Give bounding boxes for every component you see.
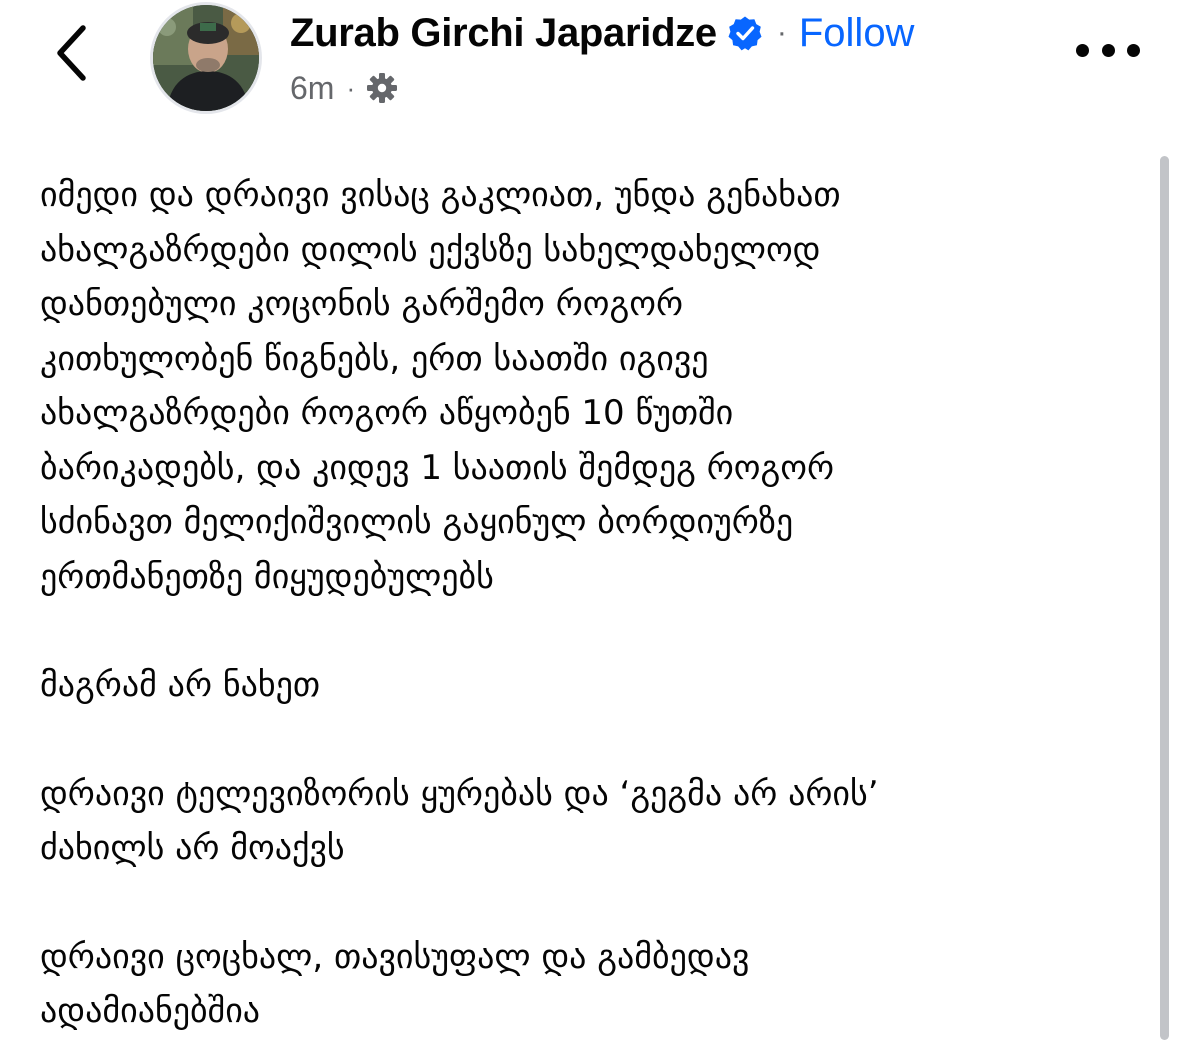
text-line: მაგრამ არ ნახეთ: [40, 665, 321, 705]
post-paragraph: იმედი და დრაივი ვისაც გაკლიათ, უნდა გენა…: [40, 168, 1130, 604]
separator-dot: ·: [776, 16, 787, 49]
scrollbar[interactable]: [1160, 156, 1169, 1040]
author-row: Zurab Girchi Japaridze · Follow: [290, 8, 914, 58]
gear-icon[interactable]: [365, 71, 399, 105]
post-meta: 6m ·: [290, 66, 399, 110]
text-line: დრაივი ტელევიზორის ყურებას და ‘გეგმა არ …: [40, 773, 879, 814]
verified-badge-icon: [727, 15, 763, 51]
author-avatar[interactable]: [150, 2, 262, 114]
author-name[interactable]: Zurab Girchi Japaridze: [290, 11, 717, 56]
text-line: დრაივი ცოცხალ, თავისუფალ და გამბედავ: [40, 936, 750, 977]
text-line: სძინავთ მელიქიშვილის გაყინულ ბორდიურზე: [40, 502, 794, 542]
more-options-button[interactable]: [1076, 30, 1140, 70]
follow-button[interactable]: Follow: [799, 11, 915, 56]
text-line: ბარიკადებს, და კიდევ 1 საათის შემდეგ როგ…: [40, 447, 835, 488]
text-line: ძახილს არ მოაქვს: [40, 828, 345, 868]
more-dot: [1101, 43, 1115, 57]
post-paragraph: მაგრამ არ ნახეთ: [40, 658, 1130, 713]
post-timestamp[interactable]: 6m: [290, 70, 334, 107]
text-line: ახალგაზრდები დილის ექვსზე სახელდახელოდ: [40, 229, 821, 270]
text-line: ახალგაზრდები როგორ აწყობენ 10 წუთში: [40, 393, 734, 433]
post-paragraph: დრაივი ტელევიზორის ყურებას და ‘გეგმა არ …: [40, 767, 1130, 876]
post-text: იმედი და დრაივი ვისაც გაკლიათ, უნდა გენა…: [40, 168, 1130, 1039]
meta-separator-dot: ·: [346, 72, 356, 103]
text-line: ადამიანებშია: [40, 991, 261, 1031]
post-paragraph: დრაივი ცოცხალ, თავისუფალ და გამბედავ ადა…: [40, 930, 1130, 1039]
chevron-left-icon: [57, 25, 86, 81]
avatar-photo: [153, 5, 259, 111]
post-header: Zurab Girchi Japaridze · Follow 6m ·: [0, 0, 1179, 130]
text-line: ერთმანეთზე მიყუდებულებს: [40, 556, 494, 597]
text-line: დანთებული კოცონის გარშემო როგორ: [40, 284, 684, 324]
text-line: კითხულობენ წიგნებს, ერთ საათში იგივე: [40, 338, 709, 379]
back-button[interactable]: [46, 20, 96, 86]
more-dot: [1076, 43, 1089, 57]
more-dot: [1127, 43, 1140, 57]
text-line: იმედი და დრაივი ვისაც გაკლიათ, უნდა გენა…: [40, 175, 841, 215]
